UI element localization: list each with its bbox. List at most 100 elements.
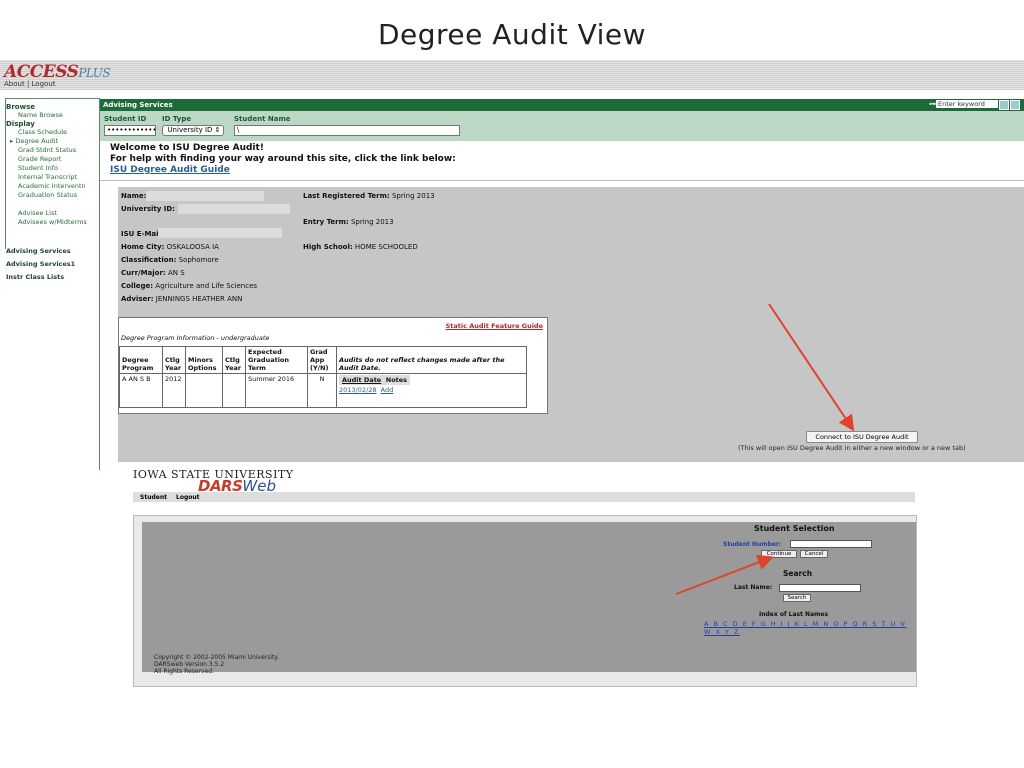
last-term-field: Last Registered Term: Spring 2013 — [303, 192, 435, 200]
version-line: DARSweb Version 3.5.2 — [154, 661, 225, 668]
cancel-button[interactable]: Cancel — [800, 550, 828, 558]
degree-audit-guide-link[interactable]: ISU Degree Audit Guide — [110, 165, 456, 176]
student-id-input[interactable]: •••••••••••• — [104, 125, 157, 136]
sidebar-heading-browse: Browse — [6, 103, 35, 111]
audit-date-link[interactable]: 2013/02/28 — [339, 386, 376, 394]
keyword-go-button[interactable] — [999, 100, 1009, 110]
sidebar-item-instr-class-lists[interactable]: Instr Class Lists — [6, 271, 98, 284]
sidebar-item-grade-report[interactable]: Grade Report — [18, 155, 98, 164]
last-name-input[interactable] — [779, 584, 861, 592]
sidebar-heading-display: Display — [6, 120, 35, 128]
darsweb-panel-frame: Student Selection Student Number: Contin… — [133, 515, 917, 687]
logo-plus: PLUS — [78, 66, 111, 80]
classification-value: Sophomore — [178, 256, 219, 264]
cell-minors — [185, 373, 223, 408]
welcome-block: Welcome to ISU Degree Audit! For help wi… — [110, 143, 456, 176]
home-city-value: OSKALOOSA IA — [166, 243, 219, 251]
redacted-name — [146, 191, 264, 201]
sidebar-item-degree-audit[interactable]: ▸ Degree Audit — [10, 137, 98, 146]
sidebar-item-advising-services1[interactable]: Advising Services1 — [6, 258, 98, 271]
entry-term-field: Entry Term: Spring 2013 — [303, 218, 394, 226]
header-expected-graduation: Expected Graduation Term — [245, 346, 308, 374]
audit-date-header[interactable]: Audit Date — [342, 376, 381, 384]
cell-ctlg-year: 2012 — [162, 373, 186, 408]
entry-term-value: Spring 2013 — [350, 218, 394, 226]
keyword-menu-button[interactable] — [1010, 100, 1020, 110]
student-info-panel: Name: University ID: ISU E-Mail Home Cit… — [118, 187, 1024, 462]
adviser-value: JENNINGS HEATHER ANN — [155, 295, 243, 303]
student-number-label: Student Number: — [723, 541, 782, 548]
adviser-field: Adviser: JENNINGS HEATHER ANN — [121, 295, 242, 303]
sidebar-item-class-schedule[interactable]: Class Schedule — [18, 128, 98, 137]
sidebar-item-student-info[interactable]: Student Info — [18, 164, 98, 173]
connect-degree-audit-button[interactable]: Connect to ISU Degree Audit — [806, 431, 918, 443]
sidebar-item-grad-student-status[interactable]: Grad Stdnt Status — [18, 146, 98, 155]
sidebar-item-advising-services[interactable]: Advising Services — [6, 245, 98, 258]
logo-main: ACCESS — [4, 62, 79, 82]
classification-label: Classification: — [121, 256, 177, 264]
cell-grad-term: Summer 2016 — [245, 373, 308, 408]
student-selection-panel: Student Selection Student Number: Contin… — [142, 522, 916, 675]
student-selection-heading: Student Selection — [754, 524, 835, 533]
add-note-link[interactable]: Add — [381, 386, 394, 394]
nav-logout[interactable]: Logout — [176, 494, 200, 501]
id-type-select[interactable]: University ID ⇕ — [162, 125, 224, 136]
student-name-input[interactable]: \ — [234, 125, 460, 136]
name-label: Name: — [121, 192, 147, 200]
connect-note: (This will open ISU Degree Audit in eith… — [738, 444, 966, 452]
name-field: Name: — [121, 192, 146, 200]
curr-major-label: Curr/Major: — [121, 269, 166, 277]
degree-program-section-title: Degree Program Information - undergradua… — [121, 334, 270, 342]
copyright-block: Copyright © 2002-2005 Miami University. … — [154, 654, 279, 675]
header-grad-app: Grad App (Y/N) — [307, 346, 337, 374]
high-school-value: HOME SCHOOLED — [354, 243, 418, 251]
table-row: A AN S B 2012 Summer 2016 N Audit Date N… — [119, 373, 527, 408]
search-button[interactable]: Search — [783, 594, 811, 602]
darsweb-window: IOWA STATE UNIVERSITY DARSWeb Student Lo… — [125, 468, 917, 688]
link-separator: | — [26, 80, 30, 88]
classification-field: Classification: Sophomore — [121, 256, 219, 264]
keyword-input[interactable]: Enter keyword — [936, 100, 998, 108]
student-name-label: Student Name — [234, 115, 291, 123]
nav-student[interactable]: Student — [140, 494, 167, 501]
student-number-input[interactable] — [790, 540, 872, 548]
copyright-line: Copyright © 2002-2005 Miami University. — [154, 654, 280, 661]
rights-line: All Rights Reserved. — [154, 668, 215, 675]
sidebar-item-name-browse[interactable]: Name Browse — [18, 111, 98, 120]
welcome-heading: Welcome to ISU Degree Audit! — [110, 143, 264, 153]
sidebar-item-academic-intervention[interactable]: Academic Interventn — [18, 182, 98, 191]
header-links: About | Logout — [4, 80, 56, 88]
sidebar-item-advisees-midterms[interactable]: Advisees w/Midterms — [18, 218, 98, 227]
header-ctlg-year-2: Ctlg Year — [222, 346, 246, 374]
cell-program: A AN S B — [119, 373, 163, 408]
about-link[interactable]: About — [4, 80, 25, 88]
accessplus-header — [0, 60, 1024, 90]
email-field: ISU E-Mail — [121, 230, 161, 238]
welcome-help-text: For help with finding your way around th… — [110, 154, 456, 164]
high-school-label: High School: — [303, 243, 353, 251]
cell-grad-app: N — [307, 373, 337, 408]
entry-term-label: Entry Term: — [303, 218, 349, 226]
continue-button[interactable]: Continue — [761, 550, 797, 558]
sidebar-item-advisee-list[interactable]: Advisee List — [18, 209, 98, 218]
last-name-index-letters[interactable]: A B C D E F G H I J K L M N O P Q R S T … — [704, 620, 916, 636]
section-divider — [100, 180, 1024, 181]
degree-program-box: Static Audit Feature Guide Degree Progra… — [118, 317, 548, 414]
header-ctlg-year: Ctlg Year — [162, 346, 186, 374]
redacted-email — [158, 228, 282, 238]
cell-ctlg-year-2 — [222, 373, 246, 408]
slide-title: Degree Audit View — [377, 18, 647, 51]
cell-audits: Audit Date Notes 2013/02/28 Add — [336, 373, 527, 408]
email-label: ISU E-Mail — [121, 230, 161, 238]
redacted-university-id — [178, 204, 290, 214]
last-term-value: Spring 2013 — [391, 192, 435, 200]
university-id-label: University ID: — [121, 205, 175, 213]
sidebar-item-label: Degree Audit — [15, 137, 59, 145]
accessplus-logo[interactable]: ACCESSPLUS — [4, 62, 111, 82]
sidebar-item-graduation-status[interactable]: Graduation Status — [18, 191, 98, 200]
static-audit-guide-link[interactable]: Static Audit Feature Guide — [446, 322, 543, 330]
key-icon: ⊶ — [929, 100, 936, 108]
sidebar-item-internal-transcript[interactable]: Internal Transcript — [18, 173, 98, 182]
advising-bar: Advising Services ⊶ Enter keyword — [100, 99, 1024, 111]
logout-link[interactable]: Logout — [32, 80, 56, 88]
